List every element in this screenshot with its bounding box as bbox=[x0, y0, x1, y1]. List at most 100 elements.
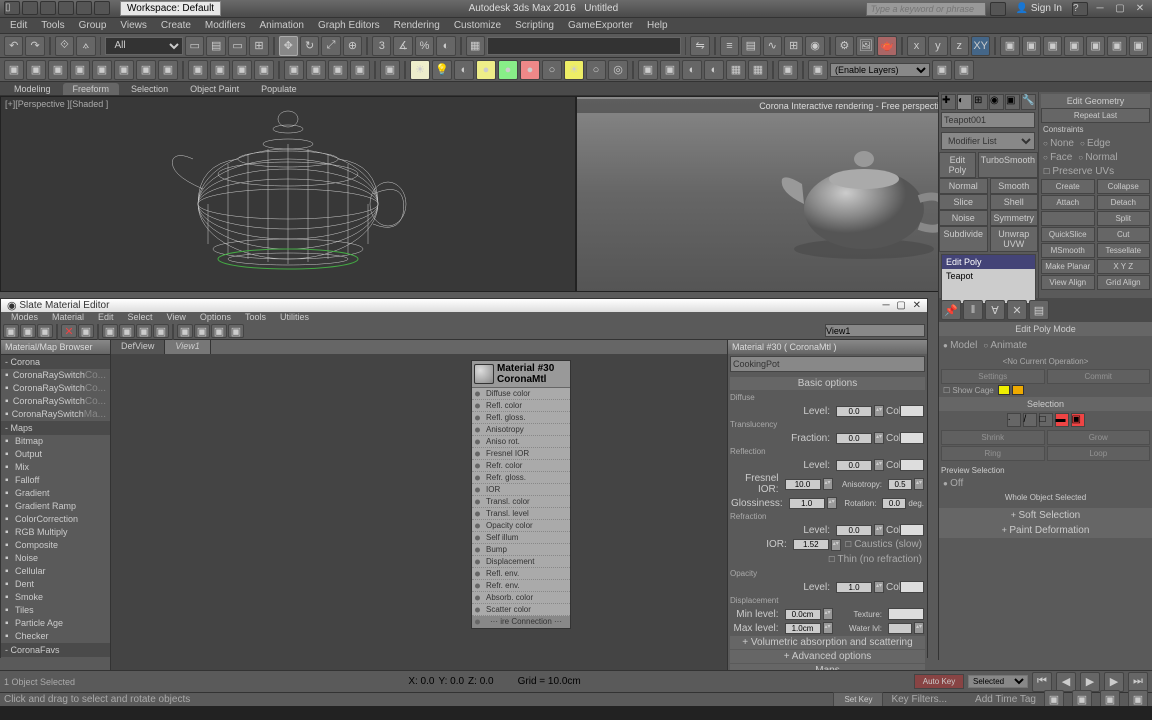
cmd-tab-display[interactable]: ▣ bbox=[1005, 94, 1020, 110]
map-bitmap[interactable]: ▪Bitmap bbox=[1, 435, 110, 448]
wire-connection[interactable]: ··· ire Connection ··· bbox=[472, 616, 570, 628]
slot-transllevel[interactable]: Transl. level bbox=[472, 508, 570, 520]
set-key-button[interactable]: Set Key bbox=[833, 692, 883, 707]
preserve-uvs-check[interactable]: ☐ Preserve UVs bbox=[1041, 165, 1150, 178]
light9[interactable]: ○ bbox=[586, 60, 606, 80]
new-icon[interactable] bbox=[22, 1, 38, 15]
mt-delete[interactable]: ✕ bbox=[61, 324, 77, 338]
layers-dropdown[interactable]: (Enable Layers) bbox=[830, 63, 930, 77]
slot-reflenv[interactable]: Refl. env. bbox=[472, 568, 570, 580]
workspace-selector[interactable]: Workspace: Default bbox=[120, 1, 221, 16]
geo-makeplanar[interactable]: Make Planar bbox=[1041, 259, 1095, 274]
browser-item[interactable]: ▪CoronaRaySwitchMa... bbox=[1, 408, 110, 421]
light3[interactable]: ◐ bbox=[454, 60, 474, 80]
play-start[interactable]: ⏮ bbox=[1032, 672, 1052, 692]
mod-slice[interactable]: Slice bbox=[939, 194, 988, 210]
selection-hdr[interactable]: Selection bbox=[939, 397, 1152, 411]
light2[interactable]: 💡 bbox=[432, 60, 452, 80]
defview-tab[interactable]: DefView bbox=[111, 340, 165, 354]
mode-animate[interactable]: ○ Animate bbox=[981, 339, 1029, 352]
cage-color1[interactable] bbox=[998, 385, 1010, 395]
water-lvl[interactable] bbox=[888, 623, 912, 634]
misc1-button[interactable]: ▣ bbox=[1000, 36, 1019, 56]
ribbon-modeling[interactable]: Modeling bbox=[4, 83, 61, 95]
map-composite[interactable]: ▪Composite bbox=[1, 539, 110, 552]
refr-level[interactable] bbox=[836, 525, 872, 536]
subobj-edge[interactable]: / bbox=[1023, 413, 1037, 427]
named-selection-input[interactable] bbox=[487, 37, 681, 55]
map-cellular[interactable]: ▪Cellular bbox=[1, 565, 110, 578]
matmenu-utilities[interactable]: Utilities bbox=[274, 312, 315, 322]
misc4-button[interactable]: ▣ bbox=[1064, 36, 1083, 56]
mt7[interactable]: ▣ bbox=[136, 324, 152, 338]
menu-scripting[interactable]: Scripting bbox=[509, 20, 560, 31]
constraint-none[interactable]: ○ None bbox=[1041, 137, 1076, 150]
menu-group[interactable]: Group bbox=[73, 20, 113, 31]
mode-model[interactable]: ● Model bbox=[941, 339, 979, 352]
subobj-element[interactable]: ▣ bbox=[1071, 413, 1085, 427]
glossiness[interactable] bbox=[789, 498, 825, 509]
opacity-color[interactable] bbox=[900, 581, 924, 593]
anisotropy[interactable] bbox=[888, 479, 912, 490]
layers-button[interactable]: ▤ bbox=[741, 36, 760, 56]
st27[interactable]: ▣ bbox=[808, 60, 828, 80]
st29[interactable]: ▣ bbox=[954, 60, 974, 80]
transl-fraction[interactable] bbox=[836, 433, 872, 444]
search-input[interactable] bbox=[866, 2, 986, 16]
misc2-button[interactable]: ▣ bbox=[1022, 36, 1041, 56]
redo-button[interactable]: ↷ bbox=[25, 36, 44, 56]
matmenu-tools[interactable]: Tools bbox=[239, 312, 272, 322]
browser-item[interactable]: ▪CoronaRaySwitchCo... bbox=[1, 395, 110, 408]
st9[interactable]: ▣ bbox=[188, 60, 208, 80]
ribbon-freeform[interactable]: Freeform bbox=[63, 83, 120, 95]
geo-xyz[interactable]: X Y Z bbox=[1097, 259, 1151, 274]
fav-cat[interactable]: - CoronaFavs bbox=[1, 643, 110, 657]
disp-max[interactable] bbox=[785, 623, 821, 634]
disp-texture[interactable] bbox=[888, 608, 924, 620]
st25[interactable]: ▦ bbox=[748, 60, 768, 80]
cage-color2[interactable] bbox=[1012, 385, 1024, 395]
select-name-button[interactable]: ▤ bbox=[206, 36, 225, 56]
cmd-tab-hierarchy[interactable]: ⊞ bbox=[973, 94, 988, 110]
maps-cat[interactable]: - Maps bbox=[1, 421, 110, 435]
ribbon-populate[interactable]: Populate bbox=[251, 83, 307, 95]
render-setup-button[interactable]: ⚙ bbox=[835, 36, 854, 56]
st7[interactable]: ▣ bbox=[136, 60, 156, 80]
move-button[interactable]: ✥ bbox=[279, 36, 298, 56]
mod-turbosmooth[interactable]: TurboSmooth bbox=[978, 152, 1038, 178]
cmd-tab-modify[interactable]: ◐ bbox=[957, 94, 972, 110]
st6[interactable]: ▣ bbox=[114, 60, 134, 80]
st8[interactable]: ▣ bbox=[158, 60, 178, 80]
mt10[interactable]: ▣ bbox=[194, 324, 210, 338]
angle-snap-button[interactable]: ∡ bbox=[393, 36, 412, 56]
unlink-button[interactable]: ⟑ bbox=[76, 36, 95, 56]
mod-subdivide[interactable]: Subdivide bbox=[939, 226, 988, 252]
paint-deform-hdr[interactable]: + Paint Deformation bbox=[939, 523, 1152, 538]
misc3-button[interactable]: ▣ bbox=[1043, 36, 1062, 56]
menu-animation[interactable]: Animation bbox=[253, 20, 309, 31]
maximize-button[interactable]: ▢ bbox=[1112, 2, 1128, 16]
menu-gameexporter[interactable]: GameExporter bbox=[562, 20, 639, 31]
search-icon[interactable] bbox=[990, 2, 1006, 16]
st12[interactable]: ▣ bbox=[254, 60, 274, 80]
opacity-level[interactable] bbox=[836, 582, 872, 593]
mod-normal[interactable]: Normal bbox=[939, 178, 988, 194]
map-dent[interactable]: ▪Dent bbox=[1, 578, 110, 591]
st20[interactable]: ▣ bbox=[638, 60, 658, 80]
map-noise[interactable]: ▪Noise bbox=[1, 552, 110, 565]
map-mix[interactable]: ▪Mix bbox=[1, 461, 110, 474]
map-output[interactable]: ▪Output bbox=[1, 448, 110, 461]
schematic-button[interactable]: ⊞ bbox=[784, 36, 803, 56]
st14[interactable]: ▣ bbox=[306, 60, 326, 80]
diffuse-level[interactable] bbox=[836, 406, 872, 417]
render-frame-button[interactable]: 🖼 bbox=[856, 36, 875, 56]
map-falloff[interactable]: ▪Falloff bbox=[1, 474, 110, 487]
st23[interactable]: ◐ bbox=[704, 60, 724, 80]
mat-canvas[interactable]: DefView View1 Material #30CoronaMtl Diff… bbox=[111, 340, 727, 680]
geo-create[interactable]: Create bbox=[1041, 179, 1095, 194]
map-tiles[interactable]: ▪Tiles bbox=[1, 604, 110, 617]
matmenu-material[interactable]: Material bbox=[46, 312, 90, 322]
geo-quickslice[interactable]: QuickSlice bbox=[1041, 227, 1095, 242]
key-filter-sel[interactable]: Selected bbox=[968, 675, 1028, 688]
snap-xy-button[interactable]: XY bbox=[971, 36, 990, 56]
